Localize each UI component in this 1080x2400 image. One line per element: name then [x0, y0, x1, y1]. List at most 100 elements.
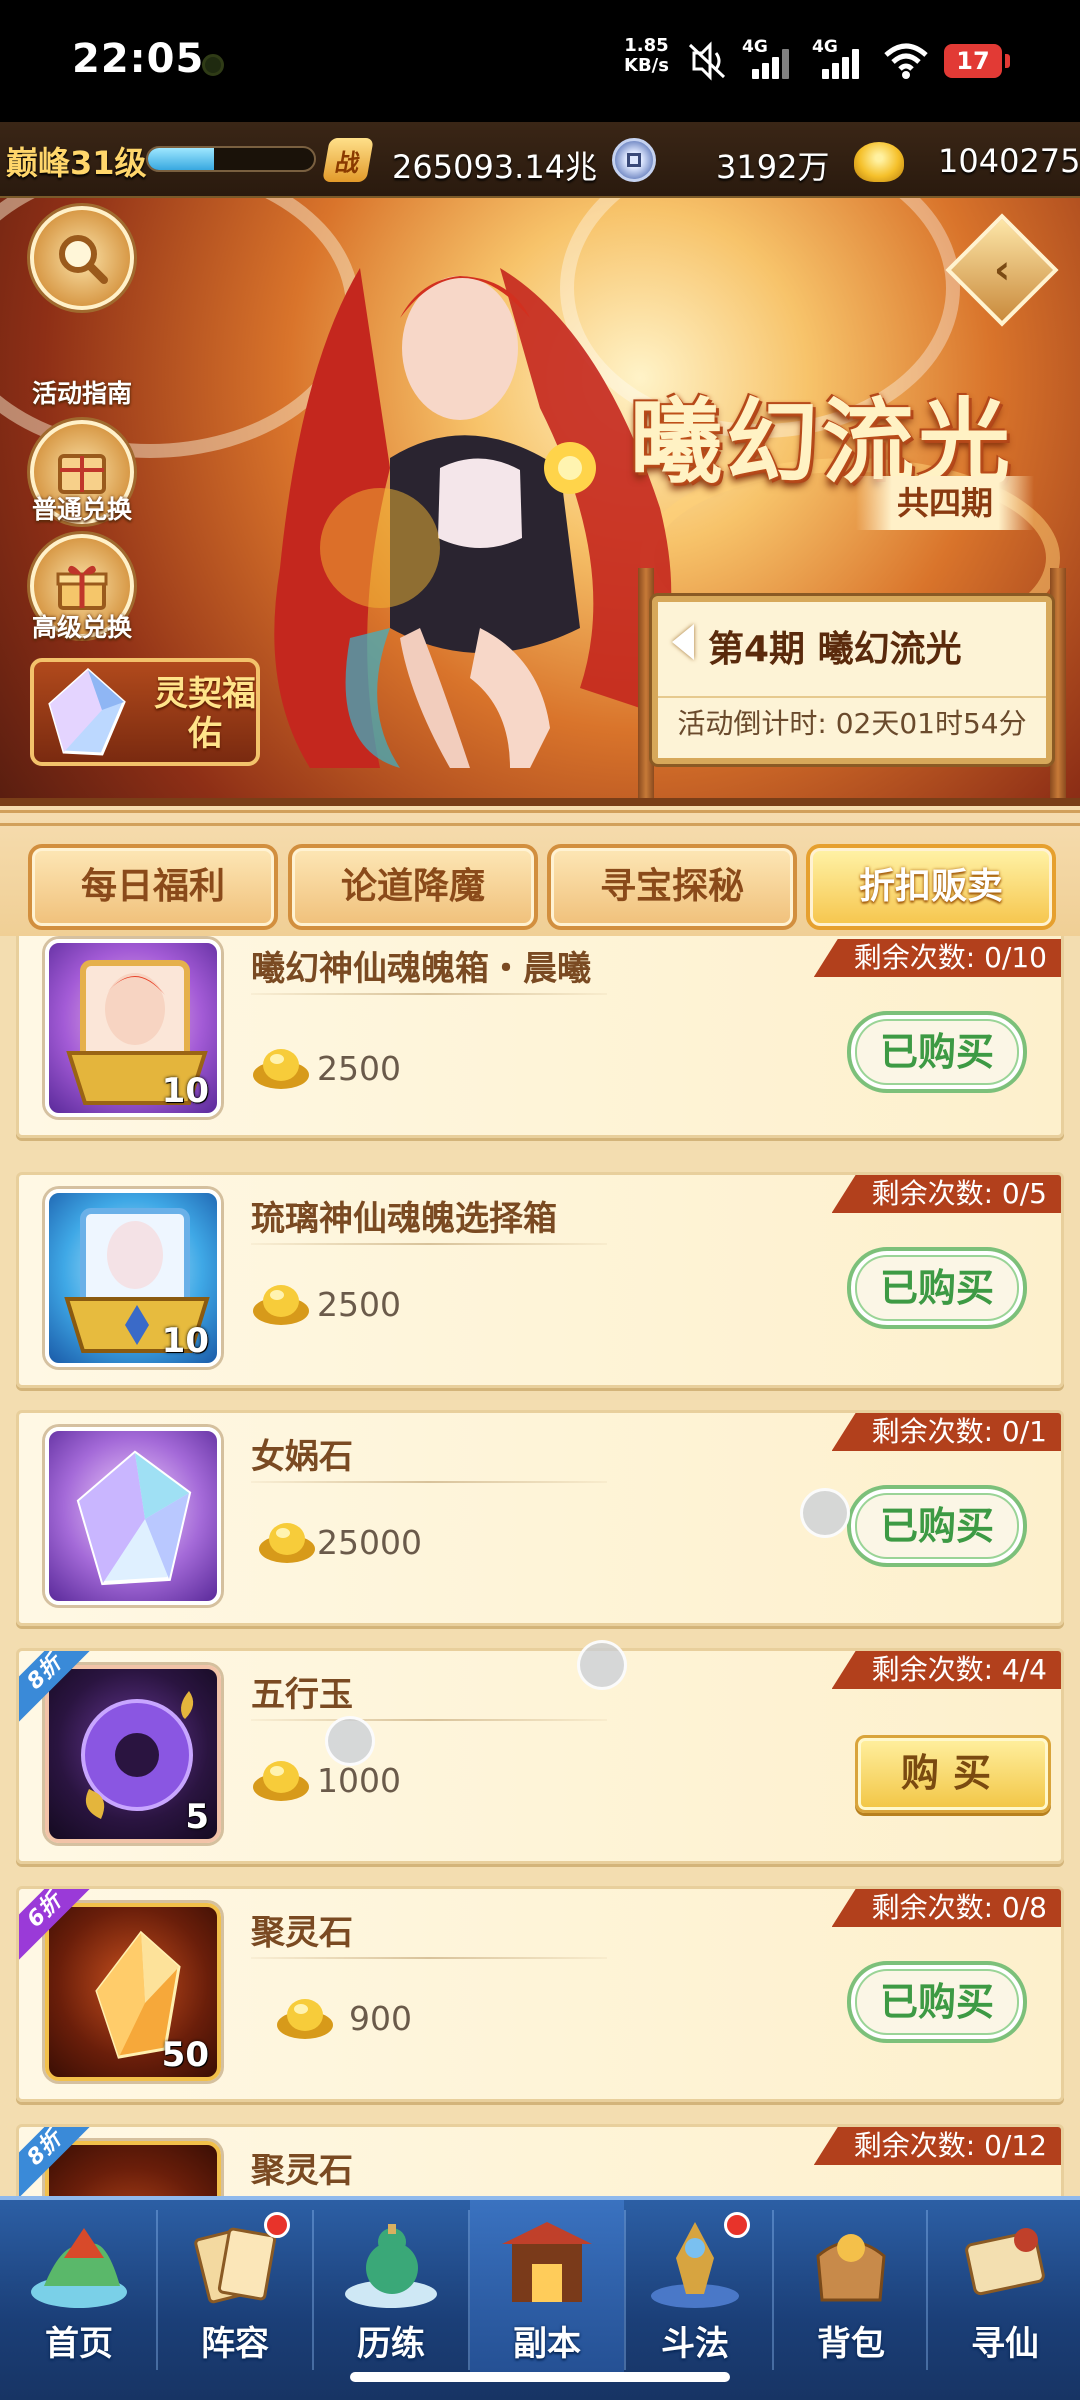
nav-home-label: 首页	[45, 2324, 113, 2364]
item-thumbnail[interactable]: 5	[45, 1665, 221, 1843]
buy-button[interactable]: 购买	[855, 1735, 1051, 1813]
tab-discount-sale[interactable]: 折扣贩卖	[806, 844, 1056, 930]
item-name: 五行玉	[251, 1675, 353, 1715]
item-thumbnail[interactable]: 10	[45, 1189, 221, 1367]
tab-rail-decoration	[0, 810, 1080, 826]
crystal-icon	[48, 667, 126, 756]
nav-training-label: 历练	[357, 2324, 425, 2364]
gift-icon	[56, 565, 108, 610]
item-name: 琉璃神仙魂魄选择箱	[251, 1199, 557, 1239]
remaining-count-badge: 剩余次数: 4/4	[831, 1651, 1061, 1689]
gold-ingot-icon	[253, 1049, 309, 1089]
gold-ingot-icon	[854, 142, 904, 182]
item-quantity: 5	[185, 1797, 209, 1837]
training-gourd-icon	[345, 2224, 437, 2308]
tab-subdue-demons[interactable]: 论道降魔	[288, 844, 538, 930]
item-thumbnail[interactable]: 10	[45, 939, 221, 1117]
nav-seek-immortal-label: 寻仙	[971, 2324, 1039, 2364]
bottom-nav: 首页 阵容 历练 副本 斗法 背包 寻仙	[0, 2196, 1080, 2400]
item-divider	[251, 1243, 607, 1245]
nav-dungeon[interactable]: 副本	[470, 2200, 624, 2380]
lingqi-blessing-label: 灵契福佑	[154, 674, 256, 754]
nav-lineup[interactable]: 阵容	[158, 2200, 312, 2380]
status-notification-dot	[202, 54, 224, 76]
signal-sim1-icon: 4G	[742, 37, 798, 81]
power-resource: 战 265093.14兆	[322, 130, 597, 190]
magnifier-icon	[59, 235, 108, 284]
net-speed-value: 1.85	[624, 35, 669, 56]
nuwa-stone-icon	[76, 1450, 192, 1586]
sim2-label: 4G	[812, 37, 838, 57]
list-item: 女娲石 25000 剩余次数: 0/1 已购买	[16, 1410, 1064, 1626]
nav-backpack[interactable]: 背包	[774, 2200, 928, 2380]
tab-treasure-hunt[interactable]: 寻宝探秘	[547, 844, 797, 930]
item-quantity: 10	[161, 1321, 209, 1361]
item-price: 25000	[317, 1523, 422, 1562]
nav-lineup-label: 阵容	[201, 2324, 269, 2364]
item-divider	[251, 993, 607, 995]
item-divider	[251, 1719, 607, 1721]
item-name: 聚灵石	[251, 2151, 353, 2191]
notification-dot	[264, 2212, 290, 2238]
tab-bar: 每日福利 论道降魔 寻宝探秘 折扣贩卖	[0, 798, 1080, 936]
exp-progress-fill	[148, 148, 215, 170]
item-price: 2500	[317, 1285, 401, 1324]
item-thumbnail[interactable]	[45, 1427, 221, 1605]
exp-progress-bar	[146, 146, 316, 172]
item-thumbnail[interactable]	[45, 2141, 221, 2196]
purchased-button[interactable]: 已购买	[847, 1485, 1027, 1567]
item-divider	[251, 1957, 607, 1959]
mute-vibrate-icon	[688, 41, 726, 81]
lingqi-blessing-button[interactable]: 灵契福佑	[30, 658, 260, 766]
signal-sim2-icon: 4G	[812, 37, 868, 81]
item-thumbnail[interactable]: 50	[45, 1903, 221, 2081]
power-icon: 战	[322, 138, 374, 182]
advanced-exchange-label: 高级兑换	[31, 613, 132, 642]
event-banner: 活动指南 普通兑换 高级兑换 灵契福佑 ‹ 曦幻流光 共四期 第4期 曦幻流光	[0, 198, 1080, 798]
silver-resource: 3192万	[612, 130, 842, 190]
silver-value: 3192万	[716, 148, 830, 186]
seek-immortal-scroll-icon	[965, 2228, 1045, 2296]
nav-seek-immortal[interactable]: 寻仙	[928, 2200, 1080, 2380]
nav-training[interactable]: 历练	[314, 2200, 468, 2380]
prev-period-arrow-icon[interactable]	[672, 624, 694, 660]
purchased-button[interactable]: 已购买	[847, 1247, 1027, 1329]
back-button[interactable]: ‹	[945, 213, 1059, 327]
purchased-button[interactable]: 已购买	[847, 1011, 1027, 1093]
item-name: 曦幻神仙魂魄箱・晨曦	[251, 949, 591, 989]
gold-ingot-icon	[259, 1523, 315, 1563]
activity-guide-button[interactable]	[30, 206, 134, 310]
gold-ingot-icon	[253, 1761, 309, 1801]
list-item: 8折 聚灵石 剩余次数: 0/12	[16, 2124, 1064, 2196]
wifi-icon	[884, 43, 928, 79]
touch-indicator	[577, 1640, 627, 1690]
panel-pillar-right	[1050, 568, 1066, 798]
remaining-count-badge: 剩余次数: 0/12	[813, 2127, 1061, 2165]
status-icons: 4G 4G	[686, 36, 930, 86]
silver-coin-icon	[612, 138, 656, 182]
sim1-label: 4G	[742, 37, 768, 57]
heroine-artwork	[274, 268, 672, 768]
back-arrow-icon: ‹	[993, 246, 1011, 293]
net-speed: 1.85 KB/s	[624, 36, 669, 76]
home-indicator[interactable]	[350, 2372, 730, 2382]
period-title: 第4期 曦幻流光	[708, 629, 962, 670]
item-price: 1000	[317, 1761, 401, 1800]
home-island-icon	[31, 2228, 127, 2308]
item-name: 女娲石	[251, 1437, 353, 1477]
item-list[interactable]: 10 曦幻神仙魂魄箱・晨曦 2500 剩余次数: 0/10 已购买 10 琉璃神…	[0, 936, 1080, 2196]
tab-daily-welfare[interactable]: 每日福利	[28, 844, 278, 930]
nav-home[interactable]: 首页	[2, 2200, 156, 2380]
purchased-button[interactable]: 已购买	[847, 1961, 1027, 2043]
nav-battle[interactable]: 斗法	[618, 2200, 772, 2380]
list-item: 5 8折 五行玉 1000 剩余次数: 4/4 购买	[16, 1648, 1064, 1864]
touch-indicator	[800, 1488, 850, 1538]
resource-bar: 巅峰31级 战 265093.14兆 3192万 1040275	[0, 122, 1080, 198]
net-speed-unit: KB/s	[624, 55, 669, 76]
gold-resource: 1040275	[854, 130, 1080, 190]
item-divider	[251, 1481, 607, 1483]
item-price: 900	[349, 1999, 412, 2038]
normal-exchange-label: 普通兑换	[31, 495, 132, 524]
nav-dungeon-label: 副本	[513, 2324, 581, 2364]
notification-dot	[724, 2212, 750, 2238]
